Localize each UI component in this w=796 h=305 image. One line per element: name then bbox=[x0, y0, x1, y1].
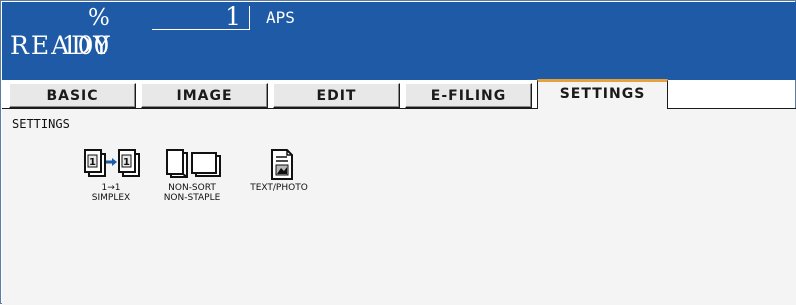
setting-label-line2: NON-STAPLE bbox=[163, 193, 221, 203]
tab-label: EDIT bbox=[316, 88, 357, 104]
svg-text:1: 1 bbox=[123, 157, 130, 168]
tab-basic[interactable]: BASIC bbox=[9, 83, 136, 108]
tab-image[interactable]: IMAGE bbox=[141, 83, 268, 108]
status-header: 100 % 1 APS READY bbox=[2, 2, 796, 80]
zoom-readout: 100 % bbox=[14, 4, 144, 60]
setting-label-line1: NON-SORT bbox=[168, 183, 216, 193]
tab-e-filing[interactable]: E-FILING bbox=[405, 83, 532, 108]
duplex-simplex-icon: 1 1 bbox=[84, 149, 140, 177]
paper-mode: APS bbox=[266, 8, 295, 27]
setting-duplex[interactable]: 1 1 1→1 SIMPLEX bbox=[64, 147, 158, 203]
tab-label: SETTINGS bbox=[559, 86, 646, 102]
copy-count-box: 1 bbox=[152, 2, 250, 31]
setting-sort[interactable]: NON-SORT NON-STAPLE bbox=[145, 147, 239, 203]
copy-count: 1 bbox=[225, 2, 241, 31]
panel-title: SETTINGS bbox=[12, 117, 70, 131]
setting-label-line1: TEXT/PHOTO bbox=[250, 183, 308, 193]
settings-panel: SETTINGS 1 1 1→1 SIMPLEX NON-SORT NON-ST… bbox=[2, 108, 796, 305]
text-photo-icon bbox=[271, 149, 293, 180]
zoom-unit: % bbox=[88, 5, 110, 31]
setting-label-line1: 1→1 bbox=[101, 183, 121, 193]
tab-label: IMAGE bbox=[176, 88, 233, 104]
svg-text:1: 1 bbox=[89, 157, 96, 168]
tab-label: E-FILING bbox=[430, 88, 507, 104]
copier-screen: 100 % 1 APS READY BASIC IMAGE EDIT E-FIL… bbox=[0, 0, 796, 305]
tab-label: BASIC bbox=[46, 88, 99, 104]
machine-status: READY bbox=[10, 31, 112, 60]
tab-edit[interactable]: EDIT bbox=[273, 83, 400, 108]
setting-label-line2: SIMPLEX bbox=[91, 193, 131, 203]
setting-image-mode[interactable]: TEXT/PHOTO bbox=[232, 147, 326, 193]
sort-staple-icon bbox=[166, 149, 221, 178]
tab-settings[interactable]: SETTINGS bbox=[537, 79, 668, 109]
